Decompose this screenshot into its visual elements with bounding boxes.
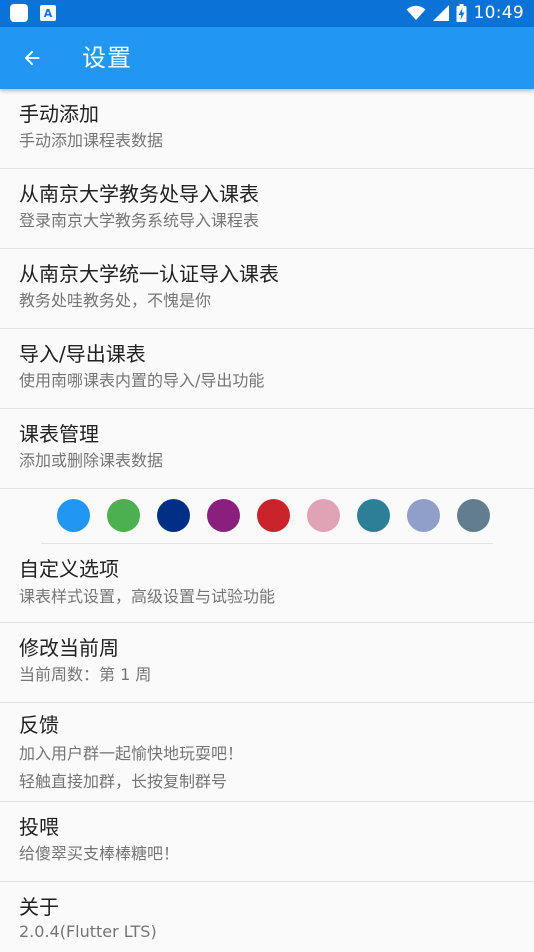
- custom-options-item[interactable]: 自定义选项 课表样式设置，高级设置与试验功能: [0, 543, 534, 623]
- import-nju-jwc-item[interactable]: 从南京大学教务处导入课表 登录南京大学教务系统导入课程表: [0, 169, 534, 249]
- table-manage-item[interactable]: 课表管理 添加或删除课表数据: [0, 409, 534, 489]
- about-item[interactable]: 关于 2.0.4(Flutter LTS): [0, 882, 534, 952]
- feedback-item[interactable]: 反馈 加入用户群一起愉快地玩耍吧！ 轻触直接加群，长按复制群号: [0, 703, 534, 802]
- android-a-icon: A: [40, 5, 56, 21]
- battery-charging-icon: [456, 4, 466, 22]
- import-nju-auth-item[interactable]: 从南京大学统一认证导入课表 教务处哇教务处，不愧是你: [0, 249, 534, 329]
- theme-color-swatch-8[interactable]: [407, 499, 440, 532]
- back-button[interactable]: [14, 40, 50, 76]
- arrow-left-icon: [24, 50, 40, 66]
- theme-color-swatch-9[interactable]: [457, 499, 490, 532]
- import-export-item[interactable]: 导入/导出课表 使用南哪课表内置的导入/导出功能: [0, 329, 534, 409]
- item-subtitle: 登录南京大学教务系统导入课程表: [19, 211, 260, 230]
- status-bar: A 10:49: [0, 0, 534, 27]
- theme-color-swatch-7[interactable]: [357, 499, 390, 532]
- donate-item[interactable]: 投喂 给傻翠买支棒棒糖吧！: [0, 802, 534, 882]
- theme-color-picker: [0, 489, 534, 544]
- change-week-item[interactable]: 修改当前周 当前周数：第 1 周: [0, 623, 534, 703]
- notification-icons: A: [10, 4, 56, 22]
- status-time: 10:49: [473, 3, 524, 23]
- item-subtitle: 使用南哪课表内置的导入/导出功能: [19, 371, 265, 390]
- system-icons: 10:49: [406, 3, 525, 23]
- item-title: 自定义选项: [19, 557, 119, 581]
- settings-list: 手动添加 手动添加课程表数据 从南京大学教务处导入课表 登录南京大学教务系统导入…: [0, 89, 534, 952]
- item-subtitle: 手动添加课程表数据: [19, 131, 164, 150]
- app-bar: 设置: [0, 27, 534, 89]
- item-subtitle: 给傻翠买支棒棒糖吧！: [19, 844, 180, 863]
- item-title: 导入/导出课表: [19, 342, 146, 366]
- item-title: 从南京大学统一认证导入课表: [19, 262, 279, 286]
- item-subtitle: 添加或删除课表数据: [19, 451, 164, 470]
- item-title: 手动添加: [19, 102, 99, 126]
- item-subtitle: 课表样式设置，高级设置与试验功能: [19, 587, 276, 606]
- android-a-icon-letter: A: [43, 6, 53, 20]
- signal-icon: [432, 5, 449, 21]
- theme-color-swatch-6[interactable]: [307, 499, 340, 532]
- wifi-icon: [406, 5, 425, 20]
- item-title: 课表管理: [19, 422, 99, 446]
- theme-color-row: [57, 499, 490, 532]
- page-title: 设置: [82, 44, 132, 72]
- item-title: 从南京大学教务处导入课表: [19, 182, 259, 206]
- theme-color-swatch-4[interactable]: [207, 499, 240, 532]
- square-notification-icon: [10, 4, 28, 22]
- item-subtitle: 教务处哇教务处，不愧是你: [19, 291, 212, 310]
- item-title: 修改当前周: [19, 636, 119, 660]
- item-title: 投喂: [19, 815, 59, 839]
- item-subtitle-2: 轻触直接加群，长按复制群号: [19, 772, 228, 791]
- item-title: 反馈: [19, 713, 59, 737]
- item-subtitle: 当前周数：第 1 周: [19, 665, 152, 684]
- item-title: 关于: [19, 895, 59, 919]
- item-subtitle: 2.0.4(Flutter LTS): [19, 922, 157, 941]
- theme-color-swatch-1[interactable]: [57, 499, 90, 532]
- theme-color-swatch-5[interactable]: [257, 499, 290, 532]
- theme-color-swatch-3[interactable]: [157, 499, 190, 532]
- item-subtitle: 加入用户群一起愉快地玩耍吧！: [19, 744, 244, 763]
- manual-add-item[interactable]: 手动添加 手动添加课程表数据: [0, 89, 534, 169]
- theme-color-swatch-2[interactable]: [107, 499, 140, 532]
